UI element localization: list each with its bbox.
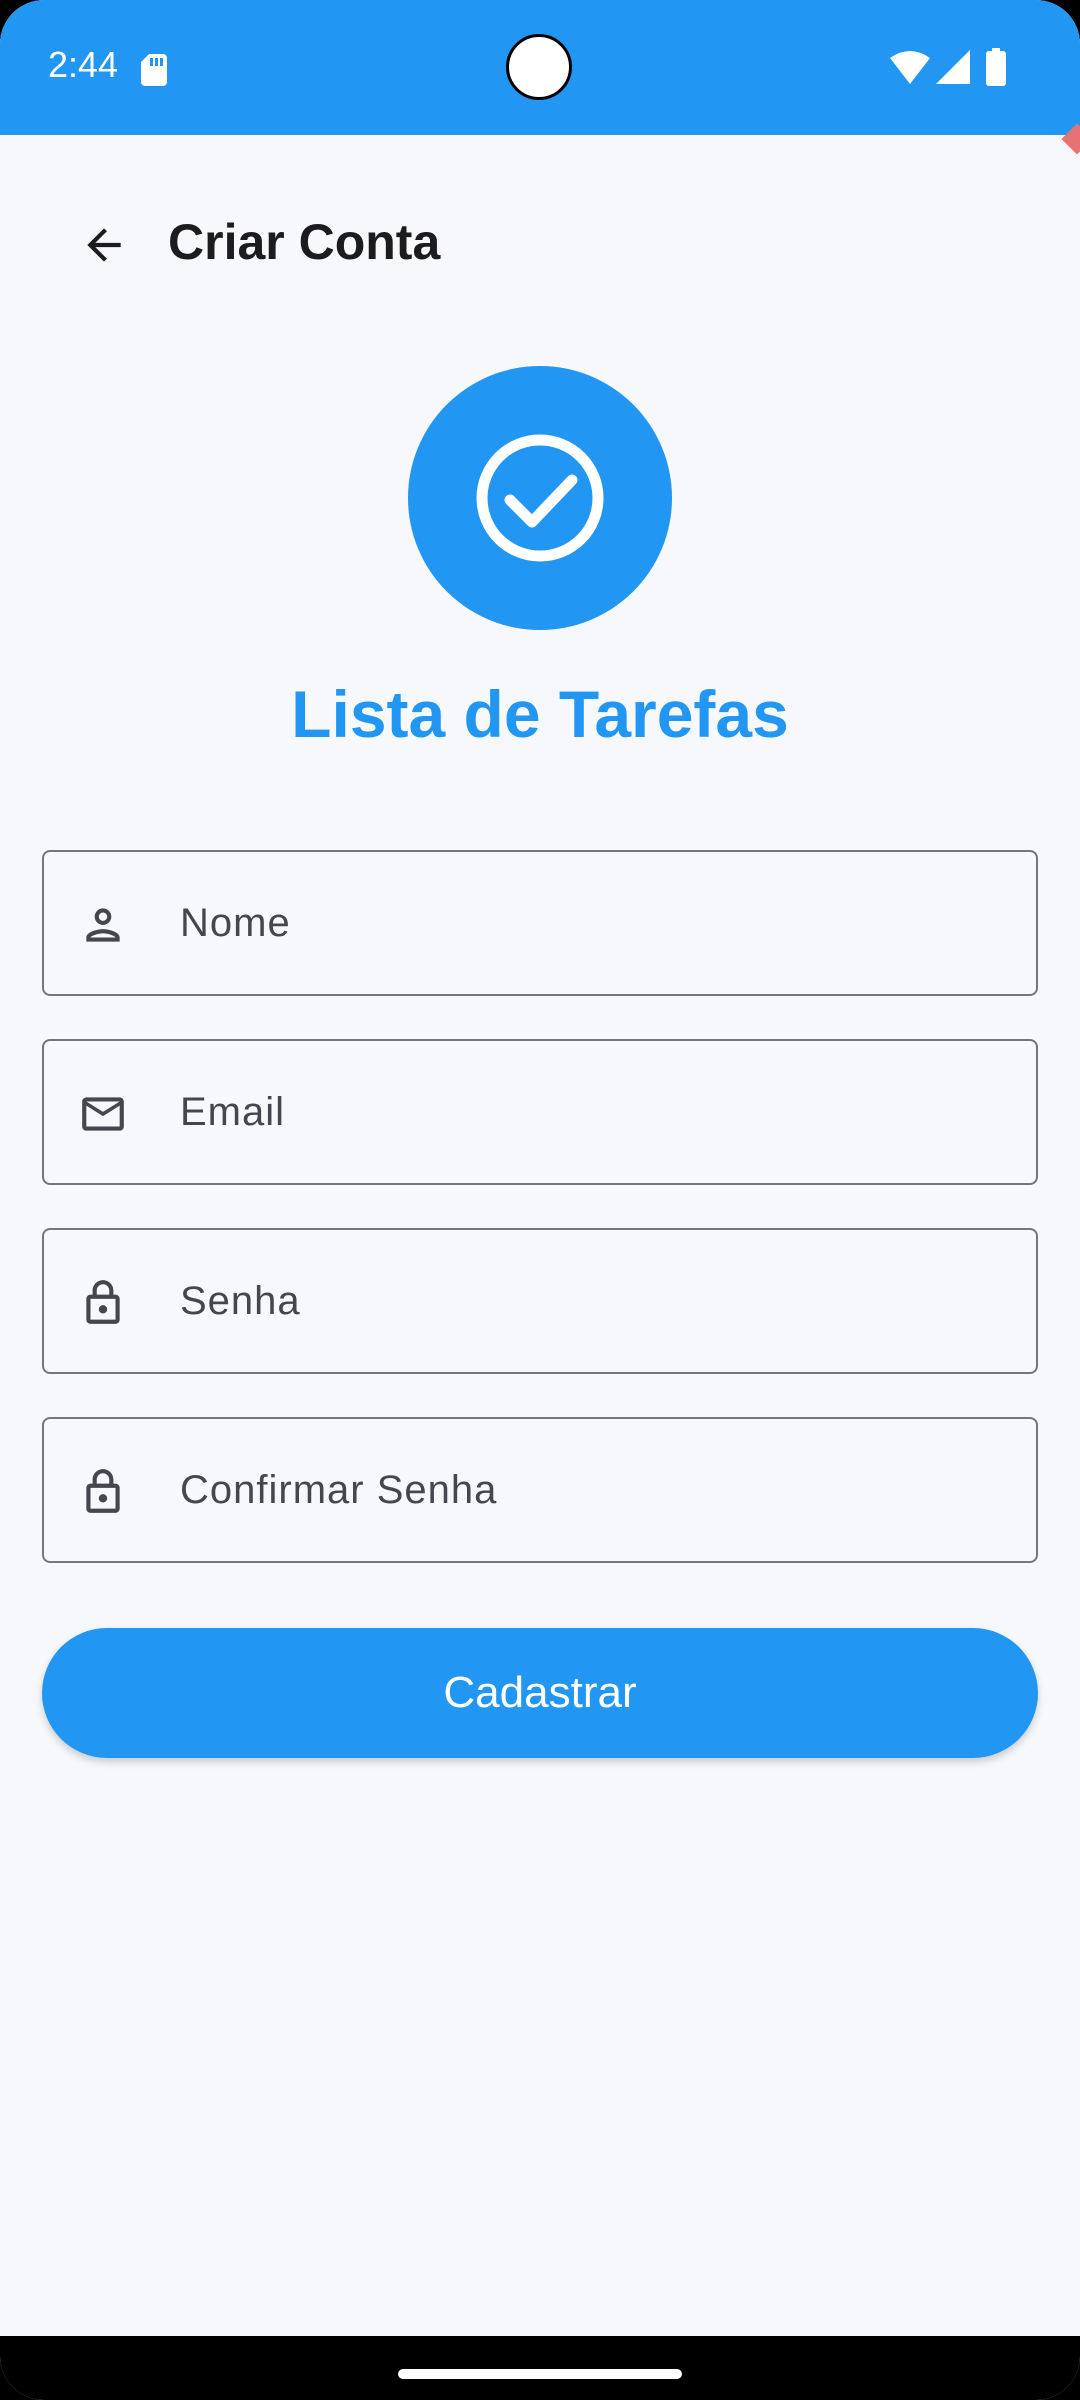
name-field[interactable] (42, 850, 1038, 996)
confirm-password-input[interactable] (180, 1419, 1000, 1561)
navigation-bar (0, 2336, 1080, 2400)
email-input[interactable] (180, 1041, 1000, 1183)
camera-cutout (506, 34, 572, 100)
person-icon (86, 908, 120, 942)
app-logo (408, 366, 672, 630)
lock-icon (86, 1280, 120, 1324)
home-indicator[interactable] (398, 2369, 682, 2379)
arrow-back-icon (87, 228, 121, 262)
app-bar: Criar Conta (0, 135, 1080, 345)
app-name: Lista de Tarefas (291, 677, 789, 751)
status-bar: 2:44 (0, 0, 1080, 135)
lock-icon (86, 1469, 120, 1513)
wifi-icon (890, 51, 930, 84)
battery-icon (986, 48, 1006, 86)
register-button[interactable]: Cadastrar (42, 1628, 1038, 1758)
password-input[interactable] (180, 1230, 1000, 1372)
sd-card-icon (141, 54, 167, 86)
password-field[interactable] (42, 1228, 1038, 1374)
screen: 2:44 Criar Conta Lista de Tarefas Nome E… (0, 0, 1080, 2400)
check-circle-icon (476, 434, 604, 562)
back-button[interactable] (66, 207, 142, 283)
mail-icon (82, 1097, 124, 1131)
status-time: 2:44 (48, 44, 119, 85)
email-field[interactable] (42, 1039, 1038, 1185)
name-input[interactable] (180, 852, 1000, 994)
page-title: Criar Conta (168, 214, 441, 270)
signal-icon (936, 50, 970, 84)
confirm-password-field[interactable] (42, 1417, 1038, 1563)
